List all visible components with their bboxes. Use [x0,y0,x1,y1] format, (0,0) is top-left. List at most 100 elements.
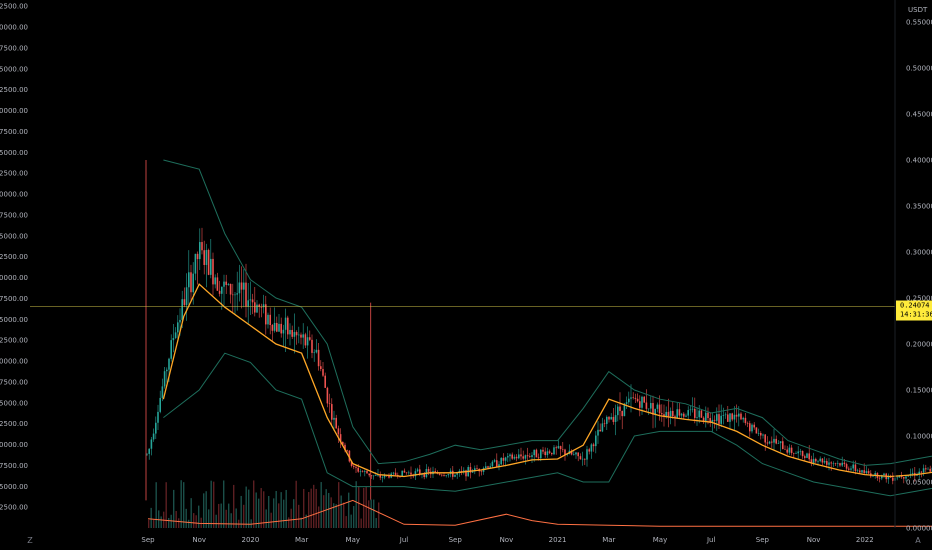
volume-bar [175,510,177,528]
candle-body [284,317,287,330]
candle-body [269,314,271,325]
candle-body [524,455,527,459]
right-tick-label: 0.40000 [906,157,932,165]
candle-body [190,272,192,293]
auto-scale-button[interactable]: A [910,534,926,548]
candle-body [920,471,923,473]
volume-bar [283,499,285,528]
volume-bar [373,499,375,528]
volume-bar [230,513,232,528]
volume-bar [340,495,342,528]
volume-bar [173,489,175,528]
candle-body [480,471,483,472]
candle-body [267,314,269,325]
candle-body [247,300,249,307]
last-price-tag: 0.2407414:31:36 [896,300,932,321]
candle-body [676,409,678,419]
candle-body [159,397,161,412]
candle-body [507,456,509,458]
candle-body [381,477,384,478]
left-tick-label: 10000.00 [0,441,28,449]
candle-body [713,419,716,421]
candle-body [183,299,186,306]
timezone-button[interactable]: Z [22,534,38,548]
candle-body [834,463,837,464]
candle-body [201,242,203,251]
candle-body [214,277,216,285]
candle-body [295,332,298,336]
volume-bar [203,493,205,528]
candle-body [667,411,670,417]
candle-body [720,415,722,424]
volume-bar [270,512,272,528]
candle-body [779,441,782,444]
price-chart[interactable]: (1)(2)(3)(4) 2500.005000.007500.0010000.… [0,0,932,550]
candle-body [542,449,544,452]
volume-bar [280,492,282,528]
volume-bar [265,509,267,528]
left-tick-label: 20000.00 [0,358,28,366]
candle-body [727,414,729,422]
candle-body [315,349,318,353]
candle-body [735,414,738,417]
candle-body [590,444,593,452]
candle-body [700,410,703,418]
candle-body [672,410,674,417]
left-tick-label: 25000.00 [0,316,28,324]
volume-bar [318,506,320,528]
candle-body [784,449,786,450]
candle-body [326,387,329,404]
volume-bar [223,480,225,528]
candle-body [309,337,311,340]
volume-bar [208,509,210,528]
candle-body [223,281,225,287]
candle-body [559,446,562,450]
left-tick-label: 40000.00 [0,191,28,199]
volume-bar [308,491,310,528]
volume-bar [345,516,347,528]
candle-body [658,404,661,414]
candle-body [179,319,181,323]
candle-body [221,286,223,294]
volume-bar [213,481,215,528]
candle-body [608,416,610,420]
candle-body [645,402,648,409]
candle-body [535,449,538,458]
candle-body [311,339,313,353]
volume-bar [235,508,237,528]
bar-countdown: 14:31:36 [900,311,932,319]
volume-bar [260,488,262,528]
candle-body [485,466,487,469]
candle-body [405,472,408,474]
candle-body [755,427,758,434]
candle-body [786,449,788,453]
candle-body [863,470,865,474]
candle-body [606,416,608,424]
volume-bar [148,519,150,528]
axis-unit-label: USDT [908,6,928,14]
candle-body [896,477,898,479]
candle-body [218,290,221,294]
candle-body [707,412,709,419]
candle-body [251,299,254,303]
candle-body [903,477,905,479]
candle-body [716,414,718,421]
candle-body [212,258,214,285]
candle-body [540,449,542,459]
bollinger-upper-line [163,159,932,466]
candle-body [192,273,194,293]
candle-body [854,464,857,472]
volume-bar [248,489,250,528]
candle-body [287,317,289,335]
candle-body [526,455,529,457]
candle-body [757,432,760,434]
candle-body [150,439,153,449]
candle-body [925,468,927,470]
time-axis[interactable]: Sep Nov 2020 Mar May Jul Sep Nov 2021 Mar May Jul Se… [141,536,873,544]
candle-body [245,282,247,307]
candle-body [830,462,832,464]
right-price-axis[interactable]: 0.000000.050000.100000.150000.200000.250… [894,0,932,533]
candle-body [775,438,777,444]
right-tick-label: 0.55000 [906,19,932,27]
volume-bar [193,513,195,528]
